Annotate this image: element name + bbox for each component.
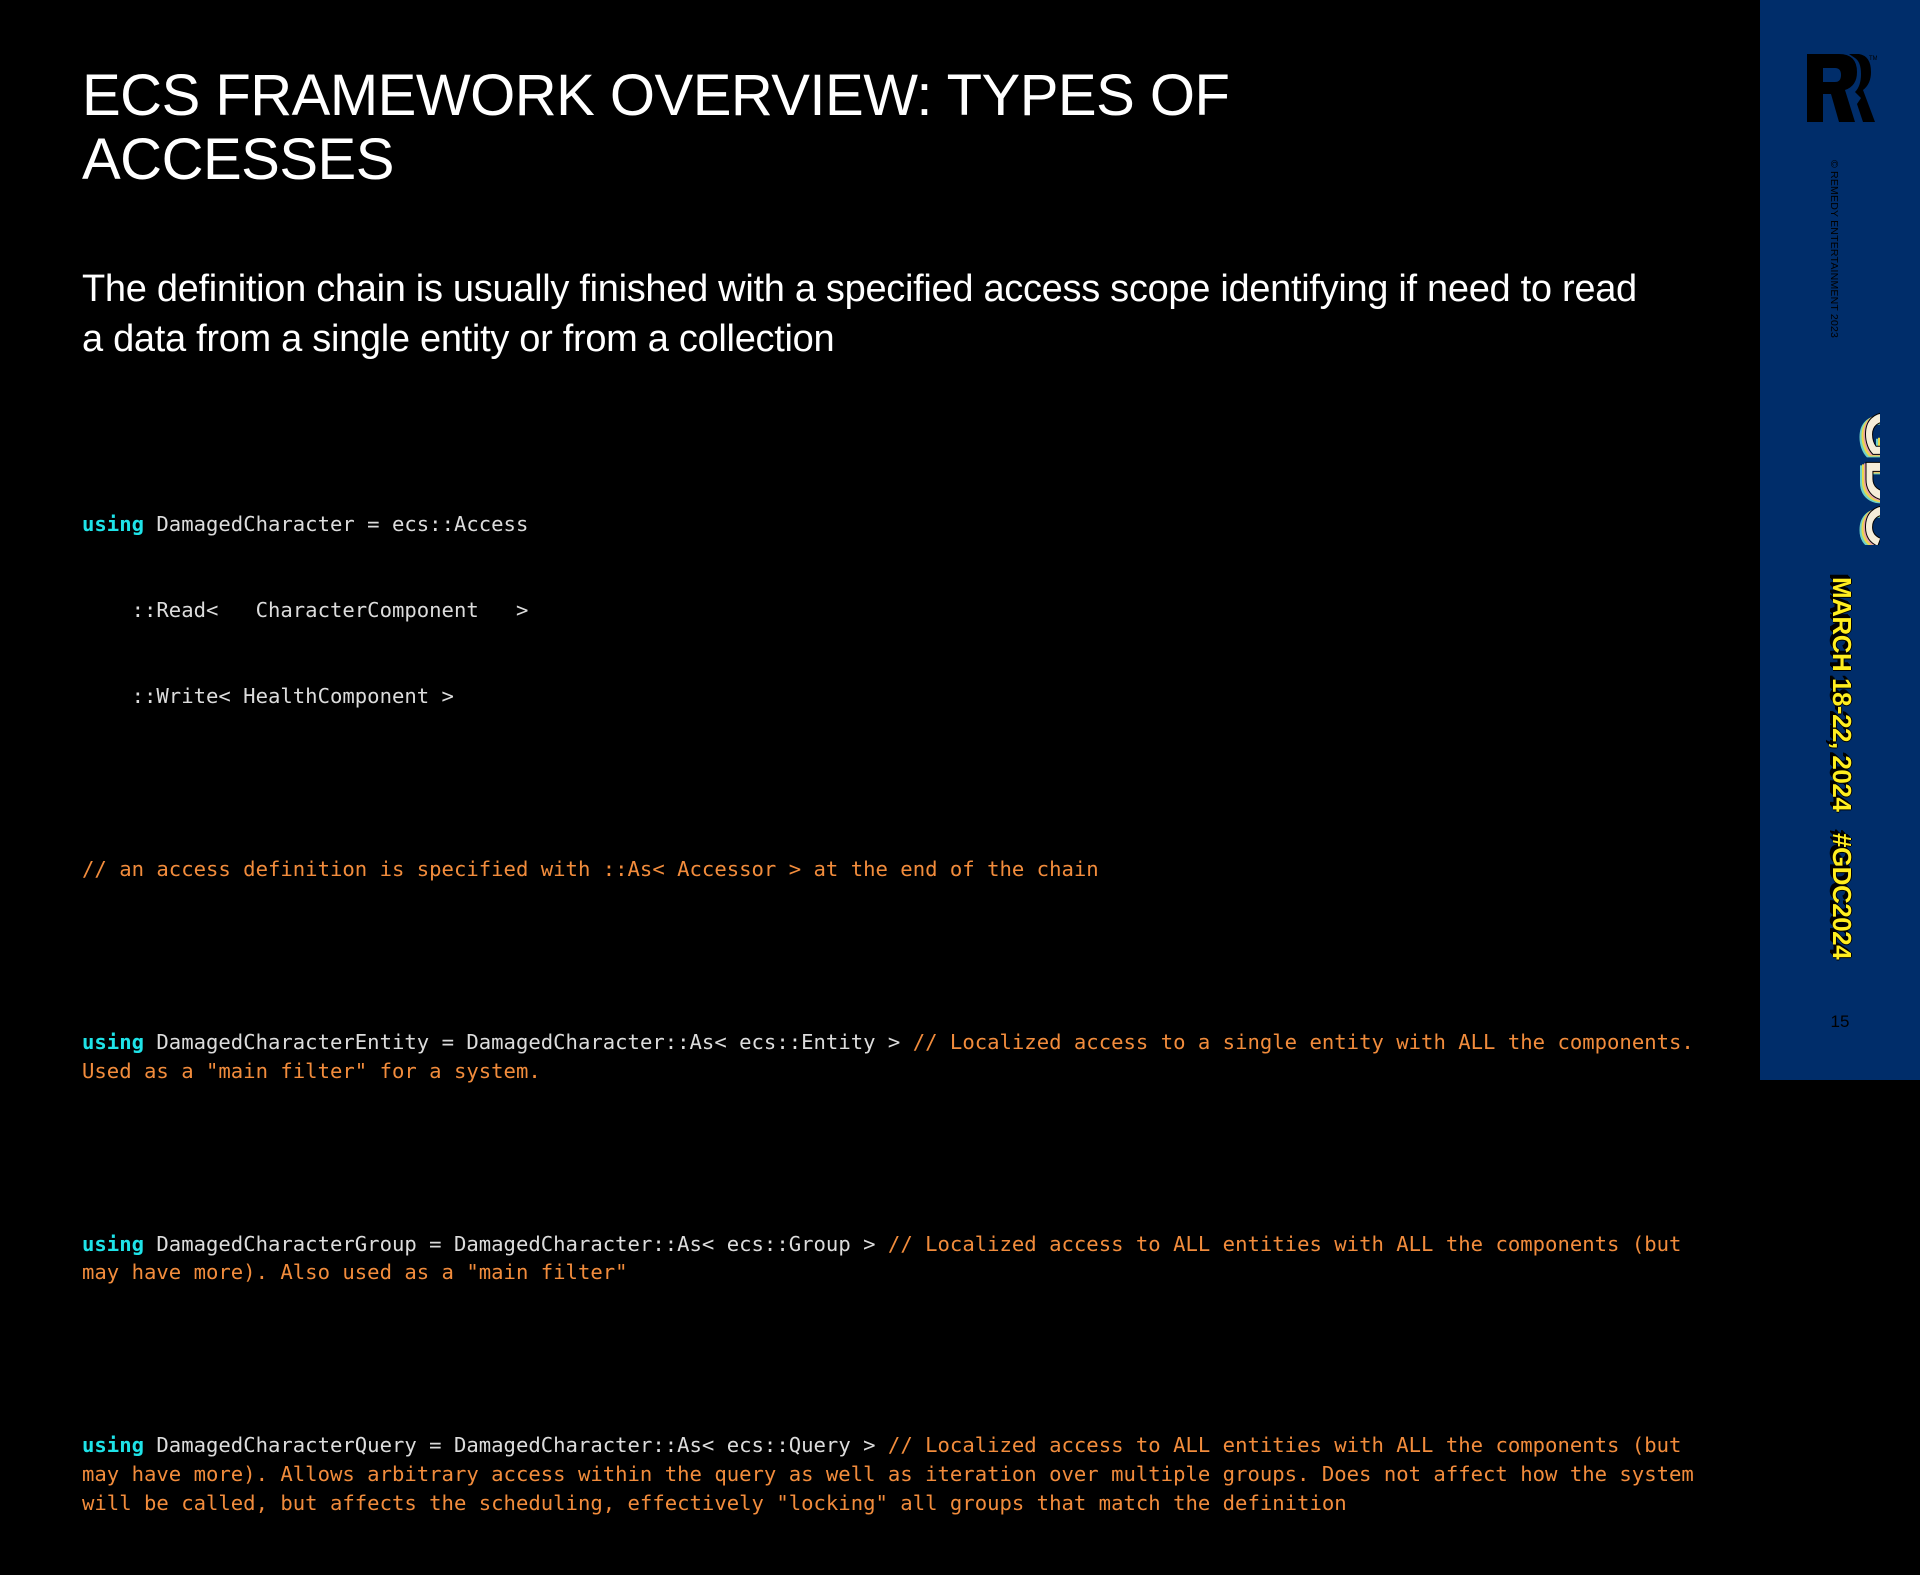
page-number: 15 [1830, 1012, 1850, 1031]
remedy-logo-icon: TM [1807, 54, 1877, 122]
event-hashtag: #GDC2024 [1827, 833, 1857, 960]
code-text: DamagedCharacterGroup = DamagedCharacter… [144, 1231, 888, 1256]
code-line-query: using DamagedCharacterQuery = DamagedCha… [82, 1431, 1722, 1517]
keyword-using: using [82, 1029, 144, 1054]
gdc-logo-icon: GDC GDC GDC GDC [1846, 410, 1880, 546]
code-comment-line: // an access definition is specified wit… [82, 855, 1722, 884]
code-line-write: ::Write< HealthComponent > [82, 682, 1722, 711]
code-block: using DamagedCharacter = ecs::Access ::R… [82, 452, 1722, 1575]
slide-title: ECS FRAMEWORK OVERVIEW: TYPES OF ACCESSE… [82, 63, 1230, 192]
code-text: ::Write< HealthComponent > [82, 684, 454, 709]
code-text: DamagedCharacter = ecs::Access [144, 511, 529, 536]
copyright-text: © REMEDY ENTERTAINMENT 2023 [1828, 160, 1840, 339]
keyword-using: using [82, 1231, 144, 1256]
gdc-logo-text: GDC [1852, 410, 1880, 545]
keyword-using: using [82, 511, 144, 536]
code-line-entity: using DamagedCharacterEntity = DamagedCh… [82, 1028, 1722, 1086]
code-line-group: using DamagedCharacterGroup = DamagedCha… [82, 1230, 1722, 1288]
code-text: DamagedCharacterEntity = DamagedCharacte… [144, 1029, 913, 1054]
event-dates: MARCH 18-22, 2024 [1827, 577, 1857, 812]
keyword-using: using [82, 1433, 144, 1458]
slide-subtitle: The definition chain is usually finished… [82, 268, 1637, 360]
slide: ECS FRAMEWORK OVERVIEW: TYPES OF ACCESSE… [0, 0, 1760, 1515]
code-line-read: ::Read< CharacterComponent > [82, 596, 1722, 625]
code-text: ::Read< CharacterComponent > [82, 597, 529, 622]
code-text: DamagedCharacterQuery = DamagedCharacter… [144, 1433, 888, 1458]
code-comment: // an access definition is specified wit… [82, 857, 1099, 882]
svg-text:TM: TM [1869, 56, 1877, 62]
code-line-access-definition: using DamagedCharacter = ecs::Access [82, 510, 1722, 539]
